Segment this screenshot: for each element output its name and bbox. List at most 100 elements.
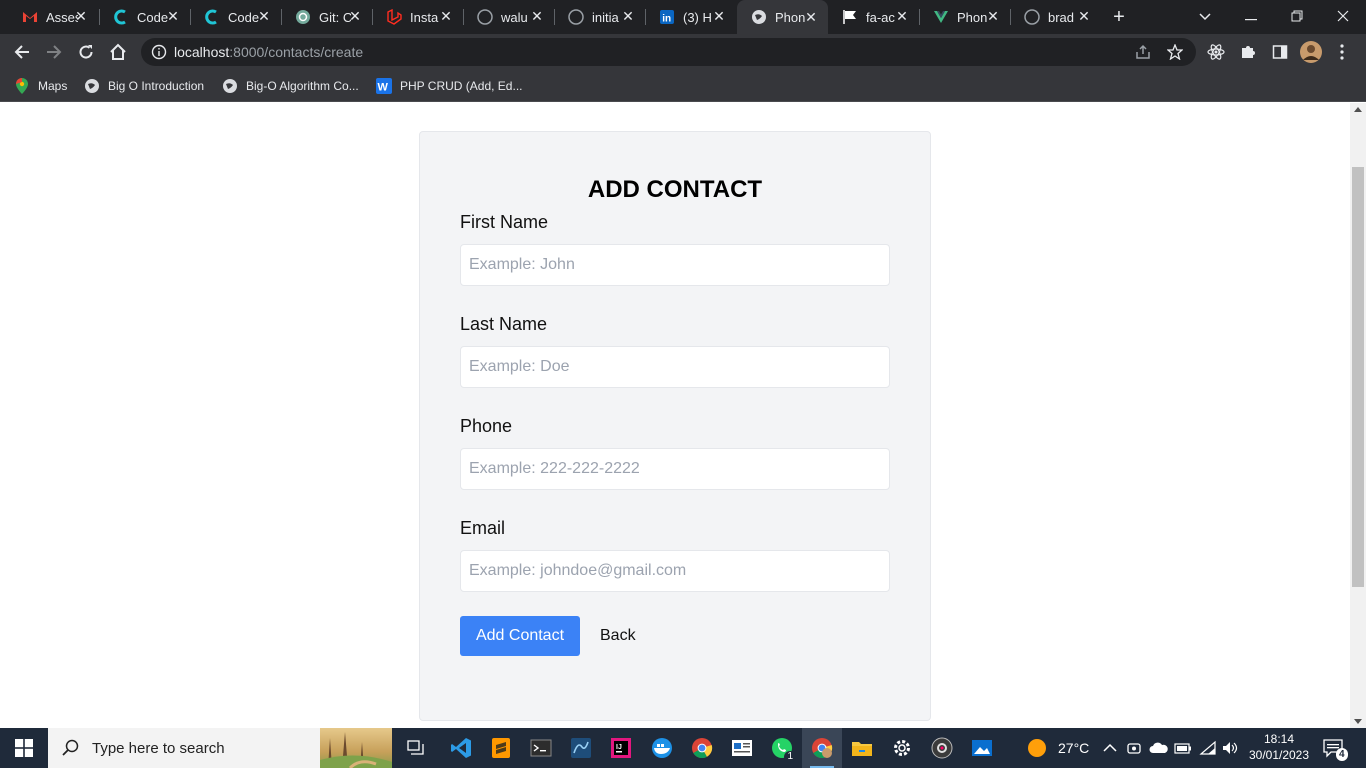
profile-avatar[interactable] — [1299, 40, 1323, 64]
minimize-button[interactable] — [1228, 0, 1274, 34]
settings-gear-icon[interactable] — [882, 728, 922, 768]
reload-icon[interactable] — [74, 40, 98, 64]
search-icon — [62, 739, 79, 756]
task-view-icon[interactable] — [396, 728, 436, 768]
whatsapp-badge: 1 — [784, 751, 796, 763]
tab-github-initial[interactable]: initia ✕ — [554, 4, 645, 30]
tray-overflow-chevron-icon[interactable] — [1103, 728, 1117, 768]
tab-github-brad[interactable]: brad ✕ — [1010, 4, 1101, 30]
extensions-puzzle-icon[interactable] — [1236, 40, 1260, 64]
chrome-icon[interactable] — [682, 728, 722, 768]
notification-center-icon[interactable]: 4 — [1322, 728, 1348, 768]
close-tab-icon[interactable]: ✕ — [439, 9, 453, 23]
tab-fa-ac[interactable]: fa-ac ✕ — [828, 4, 919, 30]
close-tab-icon[interactable]: ✕ — [804, 10, 818, 24]
bookmark-star-icon[interactable] — [1163, 40, 1187, 64]
side-panel-icon[interactable] — [1268, 40, 1292, 64]
info-icon[interactable] — [151, 44, 167, 60]
bookmark-big-o-algorithm[interactable]: Big-O Algorithm Co... — [222, 76, 359, 96]
meet-now-icon[interactable] — [1126, 728, 1142, 768]
scroll-up-arrow-icon[interactable] — [1354, 107, 1362, 112]
tab-title: fa-ac — [866, 9, 895, 25]
search-placeholder: Type here to search — [92, 739, 225, 757]
tab-phonebook-active[interactable]: Phon ✕ — [737, 0, 828, 34]
close-tab-icon[interactable]: ✕ — [166, 9, 180, 23]
battery-icon[interactable] — [1174, 728, 1192, 768]
github-icon — [568, 9, 584, 25]
intellij-idea-icon[interactable]: IJ — [601, 728, 641, 768]
weather-widget[interactable]: 27°C — [1026, 728, 1089, 768]
phone-input[interactable] — [460, 448, 890, 490]
last-name-input[interactable] — [460, 346, 890, 388]
linkedin-icon: in — [659, 9, 675, 25]
tab-github-walu[interactable]: walu ✕ — [463, 4, 554, 30]
share-icon[interactable] — [1131, 40, 1155, 64]
first-name-label: First Name — [460, 212, 549, 232]
close-tab-icon[interactable]: ✕ — [621, 9, 635, 23]
globe-icon — [222, 78, 238, 94]
bookmark-maps[interactable]: Maps — [14, 76, 67, 96]
tab-laravel[interactable]: Insta ✕ — [372, 4, 463, 30]
windows-start-icon[interactable] — [0, 728, 48, 768]
scrollbar-thumb[interactable] — [1352, 167, 1364, 587]
tab-linkedin[interactable]: in (3) H ✕ — [645, 4, 736, 30]
tab-vue-phonebook[interactable]: Phon ✕ — [919, 4, 1010, 30]
chrome-active-window-icon[interactable] — [802, 728, 842, 768]
react-devtools-icon[interactable] — [1204, 40, 1228, 64]
address-bar[interactable]: localhost:8000/contacts/create — [141, 38, 1196, 66]
tab-gmail[interactable]: Assess ✕ — [8, 4, 98, 30]
page-scrollbar[interactable] — [1350, 103, 1366, 728]
mysql-workbench-icon[interactable] — [561, 728, 601, 768]
globe-icon — [751, 9, 767, 25]
browser-menu-icon[interactable] — [1330, 40, 1354, 64]
close-tab-icon[interactable]: ✕ — [1077, 9, 1091, 23]
close-tab-icon[interactable]: ✕ — [712, 9, 726, 23]
page-viewport: ADD CONTACT First Name Last Name Phone E… — [0, 103, 1350, 728]
wifi-icon[interactable] — [1199, 728, 1217, 768]
close-tab-icon[interactable]: ✕ — [895, 9, 909, 23]
close-window-button[interactable] — [1320, 0, 1366, 34]
new-tab-button[interactable]: + — [1108, 6, 1130, 28]
home-icon[interactable] — [106, 40, 130, 64]
close-tab-icon[interactable]: ✕ — [348, 9, 362, 23]
taskbar-search[interactable]: Type here to search — [48, 728, 392, 768]
vscode-icon[interactable] — [441, 728, 481, 768]
svg-text:in: in — [662, 14, 671, 25]
first-name-input[interactable] — [460, 244, 890, 286]
add-contact-button[interactable]: Add Contact — [460, 616, 580, 656]
tab-search-button[interactable] — [1182, 0, 1228, 34]
search-highlight-illustration — [320, 728, 392, 768]
tab-title: initia — [592, 9, 619, 25]
close-tab-icon[interactable]: ✕ — [530, 9, 544, 23]
volume-icon[interactable] — [1221, 728, 1239, 768]
bookmark-label: Big O Introduction — [108, 79, 205, 93]
email-input[interactable] — [460, 550, 890, 592]
system-clock[interactable]: 18:14 30/01/2023 — [1248, 731, 1310, 763]
tab-strip: Assess ✕ Code ✕ Code ✕ Git: C ✕ Insta ✕ — [0, 0, 1366, 34]
close-tab-icon[interactable]: ✕ — [74, 9, 88, 23]
tab-title: (3) H — [683, 9, 712, 25]
sublime-text-icon[interactable] — [481, 728, 521, 768]
onedrive-cloud-icon[interactable] — [1149, 728, 1169, 768]
scroll-down-arrow-icon[interactable] — [1354, 719, 1362, 724]
tab-code-2[interactable]: Code ✕ — [190, 4, 281, 30]
close-tab-icon[interactable]: ✕ — [986, 9, 1000, 23]
back-link[interactable]: Back — [600, 616, 636, 656]
back-arrow-icon[interactable] — [10, 40, 34, 64]
restore-button[interactable] — [1274, 0, 1320, 34]
bookmark-php-crud[interactable]: W PHP CRUD (Add, Ed... — [376, 76, 522, 96]
news-reader-icon[interactable] — [722, 728, 762, 768]
close-tab-icon[interactable]: ✕ — [257, 9, 271, 23]
bookmark-big-o-intro[interactable]: Big O Introduction — [84, 76, 204, 96]
forward-arrow-icon[interactable] — [42, 40, 66, 64]
obs-studio-icon[interactable] — [922, 728, 962, 768]
file-explorer-icon[interactable] — [842, 728, 882, 768]
photos-app-icon[interactable] — [962, 728, 1002, 768]
terminal-icon[interactable] — [521, 728, 561, 768]
vue-icon — [933, 9, 949, 25]
docker-icon[interactable] — [642, 728, 682, 768]
tab-code-1[interactable]: Code ✕ — [99, 4, 190, 30]
tab-chatgpt[interactable]: Git: C ✕ — [281, 4, 372, 30]
whatsapp-icon[interactable]: 1 — [762, 728, 802, 768]
email-label: Email — [460, 518, 506, 538]
